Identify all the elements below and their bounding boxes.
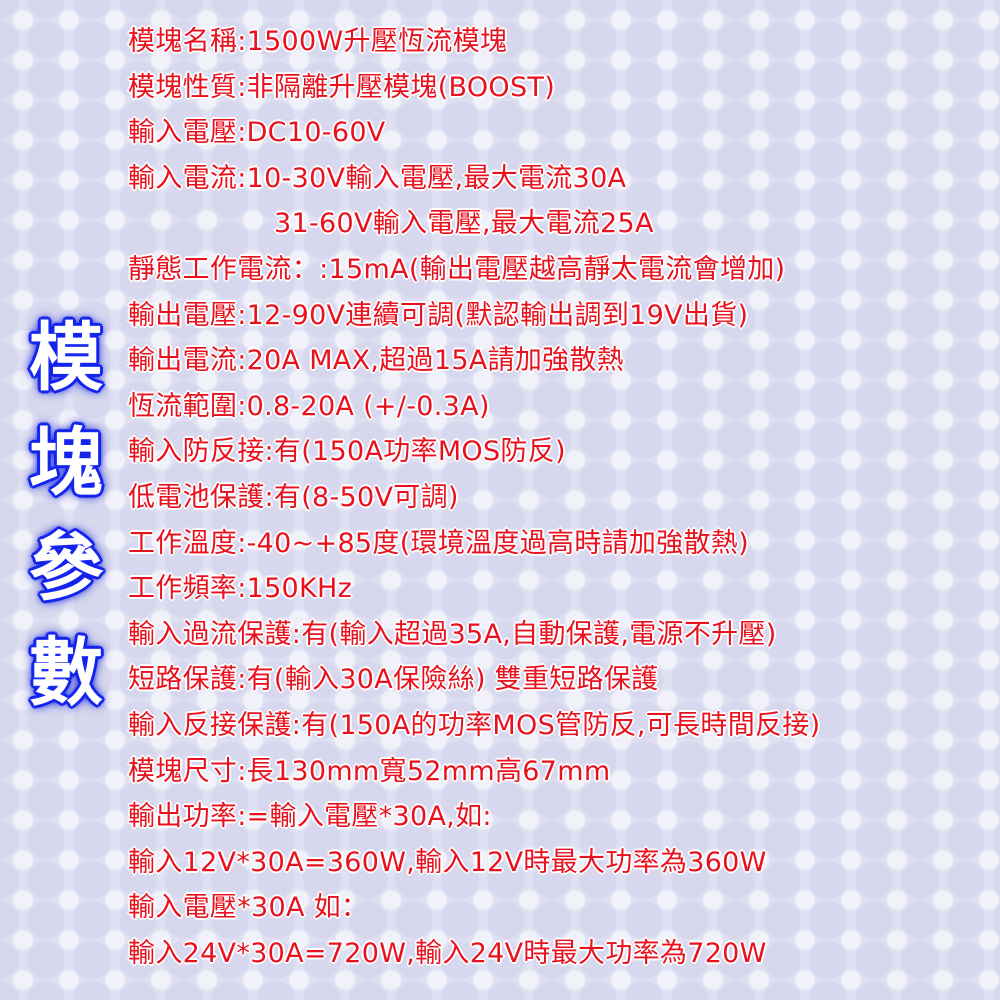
spec-line: 模塊性質:非隔離升壓模塊(BOOST)	[128, 71, 556, 103]
spec-line: 模塊名稱:1500W升壓恆流模塊	[128, 26, 508, 57]
spec-line: 輸入電壓:DC10-60V	[128, 117, 386, 149]
side-title-char: 塊	[29, 420, 103, 506]
side-title-char: 數	[29, 630, 103, 716]
spec-line: 恆流範圍:0.8-20A (+/-0.3A)	[128, 390, 490, 422]
spec-line: 輸入過流保護:有(輸入超過35A,自動保護,電源不升壓)	[128, 618, 777, 650]
spec-line: 輸出功率:=輸入電壓*30A,如:	[128, 801, 492, 833]
spec-line: 低電池保護:有(8-50V可調)	[128, 481, 459, 513]
spec-line: 輸入24V*30A=720W,輸入24V時最大功率為720W	[128, 937, 767, 969]
spec-line: 模塊尺寸:長130mm寬52mm高67mm	[128, 755, 611, 787]
spec-line: 輸入電壓*30A 如：	[128, 892, 369, 924]
spec-line: 短路保護:有(輸入30A保險絲) 雙重短路保護	[128, 664, 659, 696]
spec-list: 模塊名稱:1500W升壓恆流模塊 模塊性質:非隔離升壓模塊(BOOST) 輸入電…	[128, 19, 988, 976]
spec-line: 輸入12V*30A=360W,輸入12V時最大功率為360W	[128, 846, 767, 878]
spec-line: 輸出電壓:12-90V連續可調(默認輸出調到19V出貨)	[128, 299, 749, 331]
spec-line: 輸出電流:20A MAX,超過15A請加強散熱	[128, 345, 625, 377]
side-title: 模 塊 參 數	[22, 306, 110, 726]
spec-line: 輸入電流:10-30V輸入電壓,最大電流30A	[128, 162, 627, 194]
spec-line: 工作頻率:150KHz	[128, 573, 353, 605]
side-title-char: 模	[29, 315, 103, 401]
spec-line: 靜態工作電流：:15mA(輸出電壓越高靜太電流會增加)	[128, 253, 786, 285]
spec-line-continuation: 31-60V輸入電壓,最大電流25A	[274, 208, 654, 240]
spec-line: 工作溫度:-40~+85度(環境溫度過高時請加強散熱)	[128, 527, 749, 559]
spec-line: 輸入防反接:有(150A功率MOS防反)	[128, 436, 566, 468]
side-title-char: 參	[29, 525, 103, 611]
spec-line: 輸入反接保護:有(150A的功率MOS管防反,可長時間反接)	[128, 709, 821, 741]
